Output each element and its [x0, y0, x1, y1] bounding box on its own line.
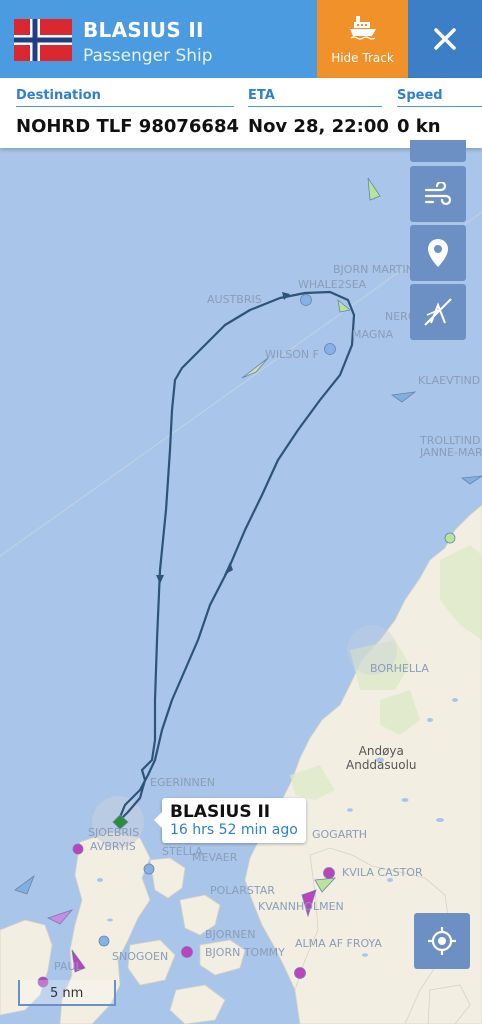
ship-type: Passenger Ship	[83, 46, 213, 66]
vessel-label-paul: PAUL	[54, 960, 82, 973]
vessel-label-bjorn-tommy: BJORN TOMMY	[205, 946, 285, 959]
vessel-label-whale2sea: WHALE2SEA	[298, 278, 367, 291]
vessel-label-mevaer: MEVAER	[192, 851, 238, 864]
vessel-label-gogarth: GOGARTH	[312, 828, 368, 841]
voyage-info-bar: Destination NOHRD TLF 98076684 ETA Nov 2…	[0, 78, 482, 148]
vessel-header: BLASIUS II Passenger Ship Hide Track	[0, 0, 482, 78]
place-name-andoya: Andøya	[358, 744, 404, 758]
ship-popup-name: BLASIUS II	[170, 802, 271, 822]
speed-value: 0 kn	[397, 116, 441, 137]
eta-value: Nov 28, 22:00	[248, 116, 389, 137]
vessel-label-janne-mari: JANNE-MARI	[420, 446, 482, 459]
map-scale-bar: 5 nm	[18, 980, 116, 1006]
eta-label: ETA	[248, 88, 382, 107]
weather-button[interactable]	[410, 166, 466, 222]
map-pin-icon	[428, 239, 448, 267]
location-pin-button[interactable]	[410, 225, 466, 281]
hide-track-label: Hide Track	[331, 51, 394, 65]
vessel-label-alma: ALMA AF FROYA	[295, 937, 382, 950]
close-icon	[434, 28, 456, 50]
speed-label: Speed	[397, 88, 482, 107]
ship-popup[interactable]: BLASIUS II 16 hrs 52 min ago	[154, 798, 306, 843]
crosshair-icon	[428, 927, 456, 955]
eta-field: ETA Nov 28, 22:00	[248, 88, 389, 137]
layers-button[interactable]	[410, 140, 466, 162]
vessel-label-bjorn-martin: BJORN MARTIN	[333, 263, 414, 276]
vessel-label-klaevtind: KLAEVTIND	[418, 374, 481, 387]
vessel-label-borhella: BORHELLA	[370, 662, 429, 675]
hide-track-button[interactable]: Hide Track	[317, 0, 408, 78]
destination-value: NOHRD TLF 98076684	[16, 116, 240, 137]
locate-me-button[interactable]	[414, 913, 470, 969]
wind-icon	[424, 182, 452, 206]
destination-label: Destination	[16, 88, 234, 107]
norway-flag-icon	[14, 19, 72, 61]
vessel-label-bjornen: BJORNEN	[205, 928, 256, 941]
close-button[interactable]	[408, 0, 482, 78]
vessel-label-egerinnen: EGERINNEN	[150, 776, 215, 789]
vessel-label-magna: MAGNA	[352, 328, 394, 341]
vessel-title-block: BLASIUS II Passenger Ship	[83, 18, 213, 66]
vessel-label-avbryis: AVBRYIS	[90, 840, 136, 853]
vessel-label-wilson: WILSON F	[265, 348, 319, 361]
vessel-label-polarstar: POLARSTAR	[210, 884, 275, 897]
ship-icon	[350, 16, 376, 40]
vessel-label-sjoebris: SJOEBRIS	[88, 826, 140, 839]
place-andoya: Andøya Anddasuolu	[346, 744, 417, 772]
vessel-label-kvannholmen: KVANNHOLMEN	[258, 900, 344, 913]
vessel-label-austbris: AUSTBRIS	[207, 293, 262, 306]
measure-button[interactable]	[410, 284, 466, 340]
place-name-anddasuolu: Anddasuolu	[346, 758, 417, 772]
speed-field: Speed 0 kn	[397, 88, 482, 137]
vessel-label-kvila-castor: KVILA CASTOR	[342, 866, 423, 879]
vessel-label-snogoen: SNOGOEN	[112, 950, 169, 963]
destination-field: Destination NOHRD TLF 98076684	[16, 88, 240, 137]
ship-name: BLASIUS II	[83, 18, 204, 42]
scale-label: 5 nm	[50, 986, 84, 1001]
ship-popup-time: 16 hrs 52 min ago	[170, 822, 298, 838]
compass-tool-icon	[424, 298, 452, 326]
